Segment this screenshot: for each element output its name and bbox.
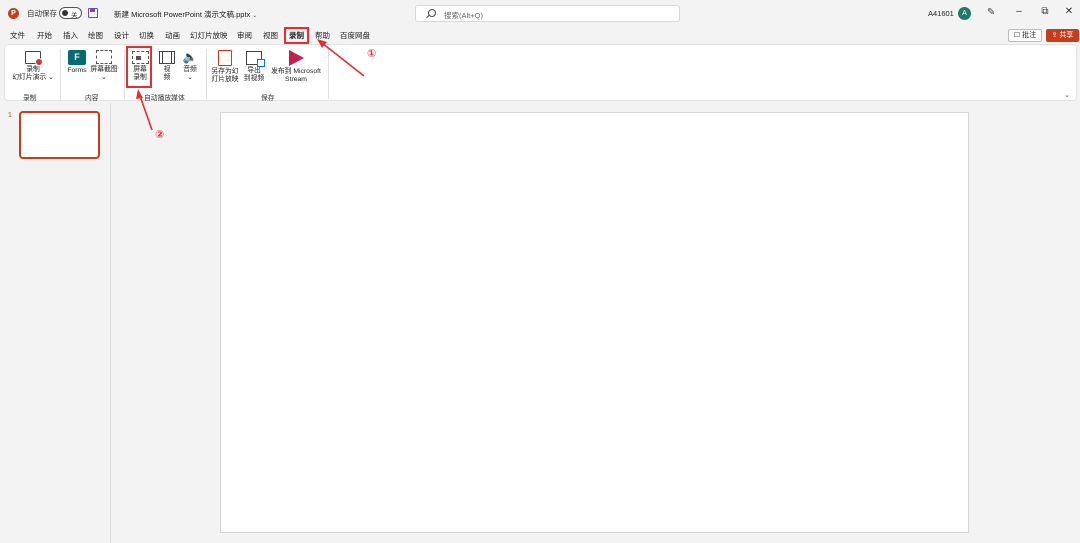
video-label-1: 视 <box>163 66 171 73</box>
record-icon <box>25 51 43 66</box>
screenshot-label: 屏幕截图 <box>90 66 118 73</box>
slide-canvas[interactable] <box>220 112 969 533</box>
publish-label-2: Stream <box>285 76 307 83</box>
video-label-2: 频 <box>163 74 171 81</box>
stream-icon <box>287 50 305 66</box>
speaker-icon: 🔈 <box>182 50 198 64</box>
group-record-label: 录制 <box>23 95 37 102</box>
record-label-2: 幻灯片演示 ⌄ <box>12 74 54 81</box>
export-video-icon <box>246 51 265 67</box>
chevron-down-icon: ⌄ <box>101 74 107 81</box>
comment-button[interactable]: ☐ 批注 <box>1008 29 1042 42</box>
audio-label-1: 音频 <box>183 66 197 73</box>
search-icon <box>428 9 436 17</box>
chevron-down-icon: ⌄ <box>187 74 193 81</box>
minimize-button[interactable]: – <box>1012 6 1026 17</box>
tab-design[interactable]: 设计 <box>114 30 129 41</box>
video-button[interactable]: 视 频 <box>156 51 178 82</box>
forms-button[interactable]: F Forms <box>65 50 89 75</box>
screenshot-button[interactable]: 屏幕截图 ⌄ <box>89 50 119 82</box>
group-divider <box>60 49 61 99</box>
save-as-label-2: 灯片放映 <box>211 76 239 83</box>
ribbon: 录制 幻灯片演示 ⌄ 录制 F Forms 屏幕截图 ⌄ 内容 屏幕 录制 视 … <box>4 44 1077 102</box>
screen-record-highlight <box>126 46 152 88</box>
group-save-label: 保存 <box>261 95 275 102</box>
document-title-text: 新建 Microsoft PowerPoint 演示文稿.pptx <box>114 10 251 19</box>
audio-button[interactable]: 🔈 音频 ⌄ <box>179 50 201 82</box>
tab-insert[interactable]: 插入 <box>63 30 78 41</box>
record-label-1: 录制 <box>26 66 40 73</box>
autosave-label: 自动保存 <box>27 9 57 18</box>
tab-review[interactable]: 审阅 <box>237 30 252 41</box>
ribbon-tabs: 文件 开始 插入 绘图 设计 切换 动画 幻灯片放映 审阅 视图 录制 帮助 百… <box>0 28 1080 44</box>
export-label-2: 到视频 <box>243 75 265 82</box>
search-placeholder: 搜索(Alt+Q) <box>444 11 483 20</box>
tab-animations[interactable]: 动画 <box>165 30 180 41</box>
video-icon <box>159 51 175 64</box>
share-button[interactable]: ⇪ 共享 <box>1046 29 1079 42</box>
powerpoint-icon: P <box>8 8 19 19</box>
tab-view[interactable]: 视图 <box>263 30 278 41</box>
step-2-label: ② <box>155 129 165 141</box>
search-box[interactable]: 搜索(Alt+Q) <box>415 5 680 22</box>
title-bar: P 自动保存 关 新建 Microsoft PowerPoint 演示文稿.pp… <box>0 0 1080 27</box>
tab-baidu-netdisk[interactable]: 百度网盘 <box>340 30 370 41</box>
chevron-down-icon: ⌄ <box>252 13 258 19</box>
export-video-button[interactable]: 导出 到视频 <box>242 51 266 83</box>
slide-thumb-number: 1 <box>8 112 12 119</box>
publish-label-1: 发布到 Microsoft <box>271 68 321 75</box>
pen-icon[interactable]: ✎ <box>987 7 995 18</box>
save-icon[interactable] <box>88 8 98 18</box>
forms-icon: F <box>68 50 86 65</box>
close-button[interactable]: ✕ <box>1062 6 1076 17</box>
toggle-state: 关 <box>71 12 78 19</box>
forms-label: Forms <box>67 67 87 74</box>
group-content-label: 内容 <box>85 95 99 102</box>
publish-stream-button[interactable]: 发布到 Microsoft Stream <box>267 50 325 84</box>
tab-file[interactable]: 文件 <box>10 30 25 41</box>
tab-help[interactable]: 帮助 <box>315 30 330 41</box>
toggle-knob <box>62 10 68 16</box>
user-name: A41601 <box>928 9 954 18</box>
slide-thumbnail[interactable] <box>19 111 100 159</box>
record-slideshow-button[interactable]: 录制 幻灯片演示 ⌄ <box>11 51 55 82</box>
tab-home[interactable]: 开始 <box>37 30 52 41</box>
screenshot-icon <box>96 50 112 64</box>
avatar[interactable]: A <box>958 7 971 20</box>
group-divider <box>124 49 125 99</box>
save-as-show-icon <box>218 50 232 66</box>
document-title[interactable]: 新建 Microsoft PowerPoint 演示文稿.pptx ⌄ <box>114 9 257 20</box>
export-label-1: 导出 <box>247 67 261 74</box>
save-as-slideshow-button[interactable]: 另存为幻 灯片放映 <box>209 50 241 84</box>
restore-button[interactable]: ⧉ <box>1038 6 1052 17</box>
autosave-toggle[interactable]: 关 <box>59 7 82 19</box>
group-divider <box>328 49 329 99</box>
tab-draw[interactable]: 绘图 <box>88 30 103 41</box>
record-tab-highlight <box>284 27 309 44</box>
group-divider <box>206 49 207 99</box>
tab-slideshow[interactable]: 幻灯片放映 <box>190 30 228 41</box>
pane-divider[interactable] <box>110 103 111 543</box>
group-auto-media-label: 自动播放媒体 <box>144 95 185 102</box>
step-1-label: ① <box>367 48 377 60</box>
collapse-ribbon-icon[interactable]: ⌄ <box>1064 91 1070 99</box>
save-as-label-1: 另存为幻 <box>211 68 239 75</box>
tab-transitions[interactable]: 切换 <box>139 30 154 41</box>
